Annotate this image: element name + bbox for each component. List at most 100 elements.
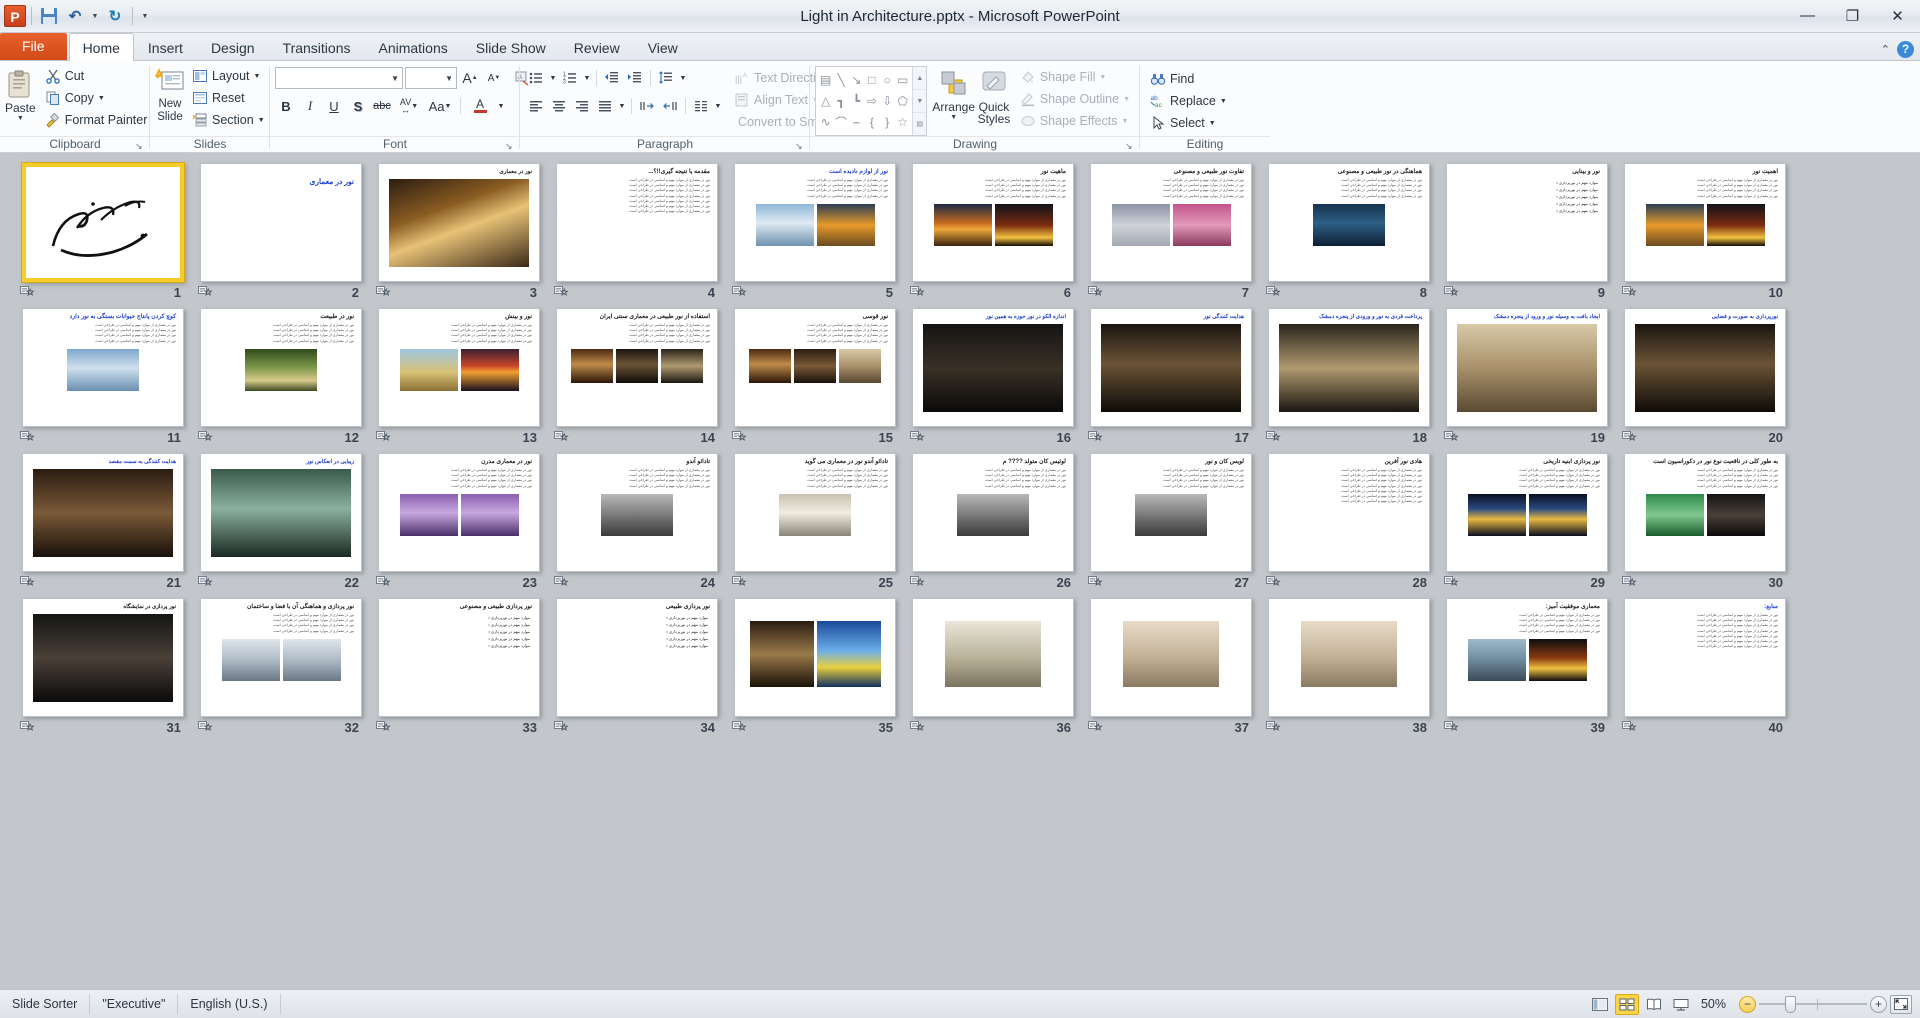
slide-transition-button-30[interactable] — [1622, 575, 1637, 589]
slide-thumbnail-image-4[interactable]: مقدمه یا نتیجه گیری!!؟... نور در معماری ا… — [556, 163, 718, 282]
slide-thumbnail-5[interactable]: نور از لوازم نادیده است نور در معماری از … — [730, 163, 900, 302]
slide-thumbnail-image-12[interactable]: نور در طبیعت نور در معماری از موارد مهم و… — [200, 308, 362, 427]
slide-thumbnail-1[interactable]: 1 — [18, 163, 188, 302]
slide-thumbnail-image-37[interactable] — [1090, 598, 1252, 717]
slide-thumbnail-image-24[interactable]: تادائو آندو نور در معماری از موارد مهم و … — [556, 453, 718, 572]
select-button[interactable]: Select ▼ — [1145, 112, 1232, 134]
slide-thumbnail-31[interactable]: نور پردازی در نمایشگاه 31 — [18, 598, 188, 737]
numbering-dropdown[interactable]: ▼ — [582, 67, 592, 89]
slide-thumbnail-6[interactable]: ماهیت نور نور در معماری از موارد مهم و اس… — [908, 163, 1078, 302]
slide-thumbnail-image-10[interactable]: اهمیت نور نور در معماری از موارد مهم و اس… — [1624, 163, 1786, 282]
slide-thumbnail-7[interactable]: تفاوت نور طبیعی و مصنوعی نور در معماری از… — [1086, 163, 1256, 302]
line-spacing-dropdown[interactable]: ▼ — [678, 67, 688, 89]
slide-thumbnail-image-11[interactable]: کوچ کردن پانتاج حیوانات بستگی به نور دار… — [22, 308, 184, 427]
slide-thumbnail-image-19[interactable]: ایجاد بافت به وسیله نور و ورود از پنجره … — [1446, 308, 1608, 427]
slide-transition-button-35[interactable] — [732, 720, 747, 734]
save-button[interactable] — [37, 4, 61, 28]
slide-thumbnail-22[interactable]: زیبایی در انعکاس نور 22 — [196, 453, 366, 592]
slide-thumbnail-27[interactable]: لویس کان و نور نور در معماری از موارد مهم… — [1086, 453, 1256, 592]
decrease-font-size-button[interactable]: A ▼ — [483, 67, 505, 89]
align-center-button[interactable] — [548, 95, 570, 117]
view-slide-show-button[interactable] — [1669, 994, 1693, 1015]
shape-item-15[interactable]: { — [864, 112, 879, 133]
view-slide-sorter-button[interactable] — [1615, 993, 1639, 1015]
slide-thumbnail-29[interactable]: نور پردازی ابنیه تاریخی نور در معماری از … — [1442, 453, 1612, 592]
slide-thumbnail-image-30[interactable]: به طور کلی در ناقعیت نوع نور در دکوراسیو… — [1624, 453, 1786, 572]
slide-thumbnail-image-25[interactable]: تادائو آندو نور در معماری می گوید نور در … — [734, 453, 896, 572]
status-language[interactable]: English (U.S.) — [178, 994, 281, 1014]
slide-transition-button-13[interactable] — [376, 430, 391, 444]
minimize-button[interactable]: — — [1785, 0, 1830, 31]
slide-transition-button-24[interactable] — [554, 575, 569, 589]
slide-thumbnail-33[interactable]: نور پردازی طبیعی و مصنوعی موارد مهم در نو… — [374, 598, 544, 737]
slide-thumbnail-image-5[interactable]: نور از لوازم نادیده است نور در معماری از … — [734, 163, 896, 282]
shape-item-2[interactable]: ↘ — [849, 69, 864, 90]
slide-transition-button-21[interactable] — [20, 575, 35, 589]
numbering-button[interactable]: 1 2 3 — [559, 67, 581, 89]
slide-thumbnail-23[interactable]: نور در معماری مدرن نور در معماری از موارد… — [374, 453, 544, 592]
zoom-slider[interactable] — [1759, 995, 1867, 1013]
redo-button[interactable]: ↻ — [103, 4, 127, 28]
slide-transition-button-1[interactable] — [20, 285, 35, 299]
slide-thumbnail-16[interactable]: اندازه الکو در نور حوزه به همین نور 16 — [908, 308, 1078, 447]
tab-animations[interactable]: Animations — [364, 33, 461, 60]
change-case-button[interactable]: Aa ▼ — [425, 95, 455, 117]
ltr-direction-button[interactable] — [636, 95, 658, 117]
tab-transitions[interactable]: Transitions — [269, 33, 365, 60]
view-normal-button[interactable] — [1588, 994, 1612, 1015]
arrange-button[interactable]: Arrange ▼ — [932, 66, 975, 121]
zoom-out-button[interactable]: − — [1739, 995, 1756, 1013]
slide-thumbnail-35[interactable]: 35 — [730, 598, 900, 737]
tab-home[interactable]: Home — [68, 33, 134, 61]
slide-thumbnail-12[interactable]: نور در طبیعت نور در معماری از موارد مهم و… — [196, 308, 366, 447]
shape-item-5[interactable]: ▭ — [895, 69, 910, 90]
slide-transition-button-31[interactable] — [20, 720, 35, 734]
slide-transition-button-40[interactable] — [1622, 720, 1637, 734]
slide-thumbnail-34[interactable]: نور پردازی طبیعی موارد مهم در نورپردازی •… — [552, 598, 722, 737]
slide-transition-button-2[interactable] — [198, 285, 213, 299]
slide-thumbnail-image-2[interactable]: نور در معماری — [200, 163, 362, 282]
tab-review[interactable]: Review — [560, 33, 634, 60]
slide-transition-button-7[interactable] — [1088, 285, 1103, 299]
slide-transition-button-12[interactable] — [198, 430, 213, 444]
justify-dropdown[interactable]: ▼ — [617, 95, 627, 117]
slide-transition-button-32[interactable] — [198, 720, 213, 734]
status-theme-name[interactable]: "Executive" — [90, 994, 179, 1014]
slide-thumbnail-37[interactable]: 37 — [1086, 598, 1256, 737]
slide-sorter-workspace[interactable]: 1 نور در معماری 2 نور در معماری 3 مقدمه یا نت… — [0, 153, 1920, 989]
slide-thumbnail-image-40[interactable]: منابع: نور در معماری از موارد مهم و اساسی… — [1624, 598, 1786, 717]
layout-button[interactable]: Layout ▼ — [187, 65, 270, 87]
fit-slide-to-window-button[interactable] — [1890, 994, 1912, 1014]
slide-thumbnail-11[interactable]: کوچ کردن پانتاج حیوانات بستگی به نور دار… — [18, 308, 188, 447]
customize-qat-button[interactable]: ▼ — [138, 4, 152, 28]
slide-transition-button-38[interactable] — [1266, 720, 1281, 734]
shape-item-9[interactable]: ⇨ — [864, 90, 879, 111]
slide-thumbnail-32[interactable]: نور پردازی و هماهنگی آن با فضا و ساختمان… — [196, 598, 366, 737]
slide-thumbnail-21[interactable]: هدایت کنندگی به سمت مقصد 21 — [18, 453, 188, 592]
slide-transition-button-27[interactable] — [1088, 575, 1103, 589]
restore-button[interactable]: ❐ — [1830, 0, 1875, 31]
slide-transition-button-14[interactable] — [554, 430, 569, 444]
slide-thumbnail-image-28[interactable]: هادی نور آفرین نور در معماری از موارد مهم… — [1268, 453, 1430, 572]
underline-button[interactable]: U — [323, 95, 345, 117]
slide-thumbnail-19[interactable]: ایجاد بافت به وسیله نور و ورود از پنجره … — [1442, 308, 1612, 447]
slide-transition-button-6[interactable] — [910, 285, 925, 299]
slide-thumbnail-28[interactable]: هادی نور آفرین نور در معماری از موارد مهم… — [1264, 453, 1434, 592]
slide-thumbnail-15[interactable]: نور قوسی نور در معماری از موارد مهم و اسا… — [730, 308, 900, 447]
shape-item-17[interactable]: ☆ — [895, 112, 910, 133]
columns-button[interactable] — [690, 95, 712, 117]
slide-thumbnail-9[interactable]: نور و بینایی موارد مهم در نورپردازی • موار… — [1442, 163, 1612, 302]
reset-button[interactable]: Reset — [187, 87, 270, 109]
slide-transition-button-33[interactable] — [376, 720, 391, 734]
paste-button[interactable]: Paste ▼ — [5, 67, 36, 122]
strikethrough-button[interactable]: abc — [371, 95, 393, 117]
powerpoint-logo-icon[interactable]: P — [4, 5, 26, 27]
slide-transition-button-3[interactable] — [376, 285, 391, 299]
tab-view[interactable]: View — [634, 33, 692, 60]
find-button[interactable]: Find — [1145, 68, 1232, 90]
shape-item-3[interactable]: □ — [864, 69, 879, 90]
slide-transition-button-16[interactable] — [910, 430, 925, 444]
shape-item-6[interactable]: △ — [818, 90, 833, 111]
slide-thumbnail-20[interactable]: نورپردازی به صورت و فضایی 20 — [1620, 308, 1790, 447]
help-icon[interactable]: ? — [1897, 41, 1914, 58]
